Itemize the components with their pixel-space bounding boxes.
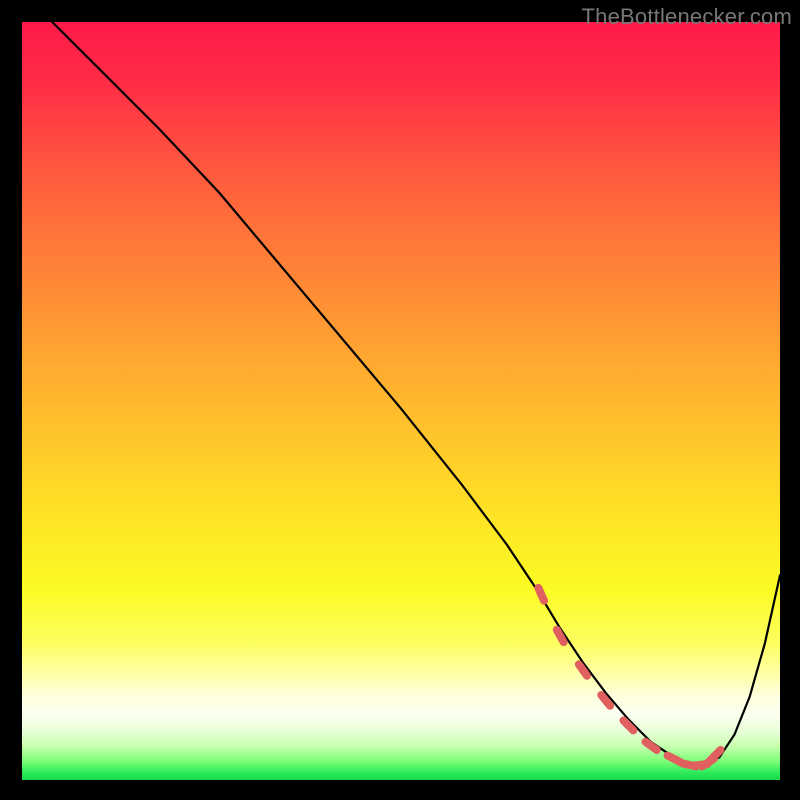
- bottleneck-chart: [22, 22, 780, 780]
- gradient-background: [22, 22, 780, 780]
- marker-dash: [668, 756, 681, 762]
- marker-dash: [538, 588, 544, 601]
- watermark-text: TheBottlenecker.com: [582, 4, 792, 30]
- chart-frame: TheBottlenecker.com: [0, 0, 800, 800]
